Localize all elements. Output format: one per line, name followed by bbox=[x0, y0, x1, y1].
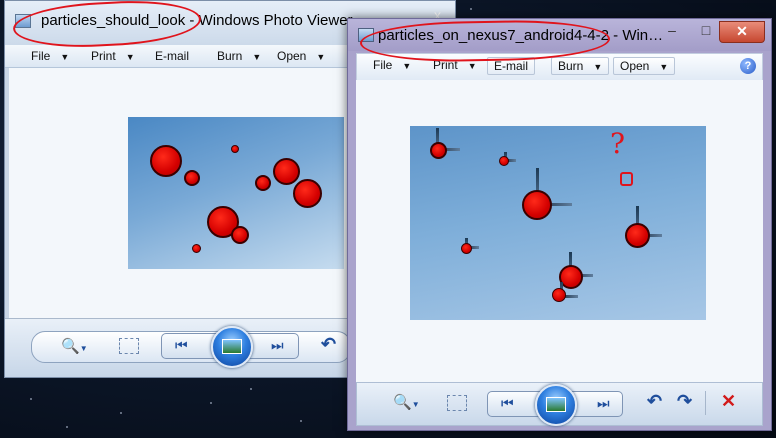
next-icon[interactable]: ⏭ bbox=[597, 395, 610, 412]
help-icon[interactable]: ? bbox=[740, 58, 756, 74]
particle bbox=[522, 190, 552, 220]
photo-particles-expected bbox=[128, 117, 344, 269]
annotation-small-circle bbox=[620, 172, 633, 186]
particle-trail bbox=[564, 295, 578, 298]
chevron-down-icon: ▼ bbox=[252, 52, 262, 62]
photo-viewer-window-front[interactable]: particles_on_nexus7_android4-4-2 - Windo… bbox=[347, 18, 772, 431]
actual-size-icon[interactable] bbox=[447, 395, 467, 411]
chevron-down-icon: ▼ bbox=[402, 61, 412, 71]
particle bbox=[192, 244, 201, 253]
previous-icon[interactable]: ⏮ bbox=[501, 395, 514, 412]
particle bbox=[184, 170, 200, 186]
photo-particles-nexus7: ? bbox=[410, 126, 706, 320]
particle bbox=[231, 226, 249, 244]
chevron-down-icon: ▼ bbox=[125, 52, 135, 62]
slideshow-button[interactable] bbox=[535, 384, 577, 426]
particle bbox=[625, 223, 650, 248]
maximize-button[interactable]: □ bbox=[693, 21, 719, 41]
rotate-right-icon[interactable]: ↷ bbox=[677, 391, 692, 412]
close-button[interactable]: ✕ bbox=[719, 21, 765, 43]
toolbar-divider bbox=[705, 391, 706, 415]
particle bbox=[150, 145, 182, 177]
annotation-question-mark: ? bbox=[610, 127, 626, 160]
zoom-icon[interactable]: 🔍▼ bbox=[393, 393, 420, 411]
actual-size-icon[interactable] bbox=[119, 338, 139, 354]
chevron-down-icon: ▼ bbox=[60, 52, 70, 62]
menu-email[interactable]: E-mail bbox=[155, 49, 189, 63]
slideshow-button[interactable] bbox=[211, 326, 253, 368]
particle bbox=[499, 156, 509, 166]
delete-icon[interactable]: ✕ bbox=[721, 391, 736, 412]
menu-open[interactable]: Open ▼ bbox=[613, 57, 676, 75]
particle bbox=[231, 145, 239, 153]
menu-open[interactable]: Open ▼ bbox=[277, 49, 325, 63]
minimize-button[interactable]: – bbox=[659, 21, 685, 41]
next-icon[interactable]: ⏭ bbox=[271, 337, 284, 354]
menu-burn[interactable]: Burn ▼ bbox=[217, 49, 261, 63]
previous-icon[interactable]: ⏮ bbox=[175, 337, 188, 354]
chevron-down-icon: ▼ bbox=[467, 61, 477, 71]
slideshow-icon bbox=[222, 339, 242, 354]
rotate-left-icon[interactable]: ↶ bbox=[647, 391, 662, 412]
menu-print[interactable]: Print ▼ bbox=[91, 49, 135, 63]
chevron-down-icon: ▼ bbox=[593, 62, 603, 72]
particle bbox=[293, 179, 322, 208]
particle bbox=[273, 158, 300, 185]
rotate-left-icon[interactable]: ↶ bbox=[321, 334, 336, 355]
chevron-down-icon: ▼ bbox=[316, 52, 326, 62]
menu-burn[interactable]: Burn ▼ bbox=[551, 57, 610, 75]
image-viewport: ? bbox=[356, 80, 763, 382]
chevron-down-icon: ▼ bbox=[659, 62, 669, 72]
particle bbox=[430, 142, 447, 159]
slideshow-icon bbox=[546, 397, 566, 412]
particle bbox=[255, 175, 271, 191]
menu-file[interactable]: File ▼ bbox=[373, 58, 411, 72]
particle bbox=[461, 243, 472, 254]
particle bbox=[552, 288, 566, 302]
menu-file[interactable]: File ▼ bbox=[31, 49, 69, 63]
zoom-icon[interactable]: 🔍▼ bbox=[61, 337, 88, 355]
bottom-toolbar: 🔍▼ ⏮ ⏭ ↶ ↷ ✕ bbox=[356, 382, 763, 426]
